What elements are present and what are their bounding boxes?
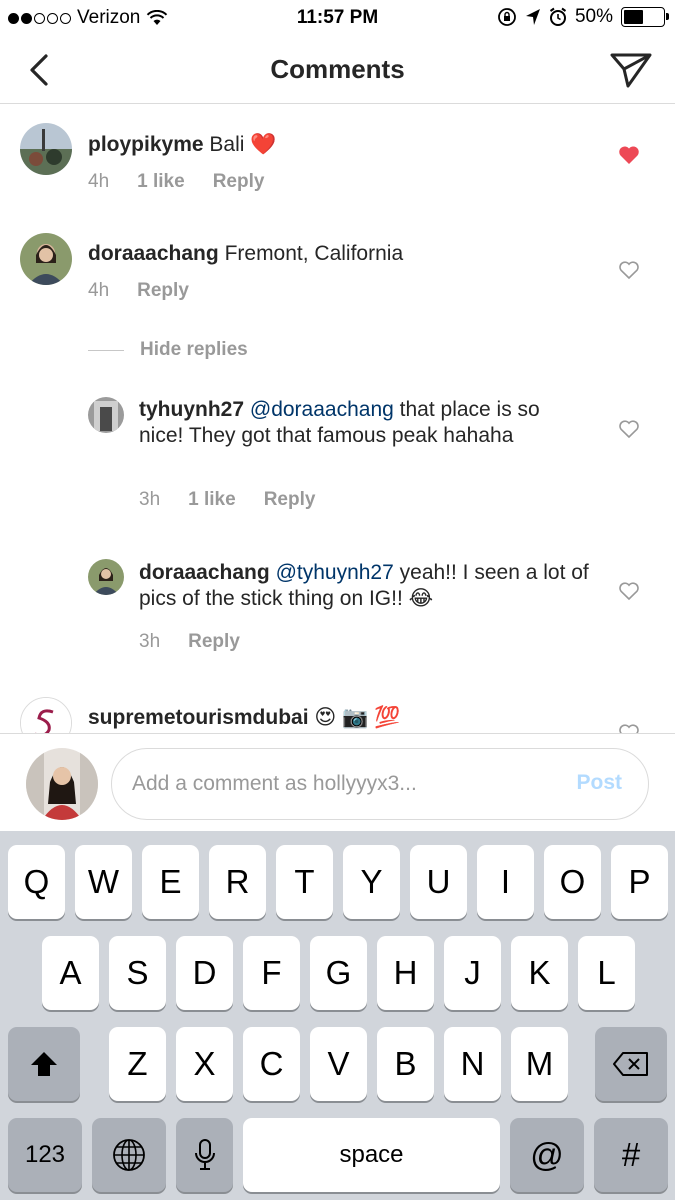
mention-link[interactable]: @tyhuynh27	[276, 561, 394, 584]
numbers-key[interactable]: 123	[8, 1118, 82, 1192]
key-h[interactable]: H	[377, 936, 434, 1010]
divider	[88, 349, 124, 351]
hide-replies-button[interactable]: Hide replies	[88, 339, 248, 361]
key-t[interactable]: T	[276, 845, 333, 919]
key-a[interactable]: A	[42, 936, 99, 1010]
avatar[interactable]	[20, 123, 72, 175]
key-w[interactable]: W	[75, 845, 132, 919]
key-m[interactable]: M	[511, 1027, 568, 1101]
nav-bar: Comments	[0, 36, 675, 104]
key-l[interactable]: L	[578, 936, 635, 1010]
battery-icon	[621, 7, 669, 27]
post-button[interactable]: Post	[576, 771, 622, 795]
comment-time: 3h	[139, 631, 161, 652]
key-y[interactable]: Y	[343, 845, 400, 919]
key-i[interactable]: I	[477, 845, 534, 919]
key-u[interactable]: U	[410, 845, 467, 919]
comment-username[interactable]: supremetourismdubai	[88, 706, 309, 729]
heart-outline-icon[interactable]	[618, 581, 640, 601]
comment-likes[interactable]: 1 like	[188, 489, 236, 511]
key-n[interactable]: N	[444, 1027, 501, 1101]
keyboard: Q W E R T Y U I O P A S D F G H J K L Z …	[0, 831, 675, 1200]
reply-button[interactable]: Reply	[264, 489, 316, 511]
hide-replies-label: Hide replies	[140, 339, 248, 360]
key-c[interactable]: C	[243, 1027, 300, 1101]
backspace-icon	[613, 1052, 648, 1076]
comment-input-wrapper: Post	[111, 748, 649, 820]
comment-username[interactable]: doraaachang	[139, 561, 270, 584]
key-x[interactable]: X	[176, 1027, 233, 1101]
at-key[interactable]: @	[510, 1118, 584, 1192]
key-j[interactable]: J	[444, 936, 501, 1010]
shift-arrow-icon	[31, 1052, 57, 1076]
comment-text: Fremont, California	[224, 242, 404, 265]
globe-key[interactable]	[92, 1118, 166, 1192]
heart-outline-icon[interactable]	[618, 260, 640, 280]
orientation-lock-icon	[498, 8, 516, 26]
avatar[interactable]	[20, 233, 72, 285]
reply-button[interactable]: Reply	[137, 280, 189, 302]
mention-link[interactable]: @doraaachang	[250, 398, 394, 421]
shift-key[interactable]	[8, 1027, 80, 1101]
key-k[interactable]: K	[511, 936, 568, 1010]
key-d[interactable]: D	[176, 936, 233, 1010]
backspace-key[interactable]	[595, 1027, 667, 1101]
avatar[interactable]	[20, 697, 72, 733]
comment-time: 4h	[88, 171, 110, 192]
comment-text: Bali ❤️	[209, 133, 277, 156]
comment-time: 3h	[139, 489, 161, 510]
comment-input[interactable]	[132, 767, 552, 801]
paper-plane-icon[interactable]	[609, 50, 653, 90]
key-r[interactable]: R	[209, 845, 266, 919]
comment-username[interactable]: tyhuynh27	[139, 398, 244, 421]
heart-outline-icon[interactable]	[618, 723, 640, 733]
comment-username[interactable]: ploypikyme	[88, 133, 204, 156]
avatar	[26, 748, 98, 820]
avatar[interactable]	[88, 397, 124, 433]
alarm-icon	[549, 7, 567, 26]
key-b[interactable]: B	[377, 1027, 434, 1101]
comment-likes[interactable]: 1 like	[137, 171, 185, 193]
location-arrow-icon	[525, 9, 540, 25]
reply-button[interactable]: Reply	[188, 631, 240, 653]
avatar[interactable]	[88, 559, 124, 595]
key-g[interactable]: G	[310, 936, 367, 1010]
comment-composer: Post	[0, 733, 675, 831]
comment-text: 😍 📷 💯	[314, 706, 401, 729]
key-v[interactable]: V	[310, 1027, 367, 1101]
comment-username[interactable]: doraaachang	[88, 242, 219, 265]
key-o[interactable]: O	[544, 845, 601, 919]
key-z[interactable]: Z	[109, 1027, 166, 1101]
microphone-key[interactable]	[176, 1118, 233, 1192]
status-bar: Verizon 11:57 PM 50%	[0, 0, 675, 36]
comment-time: 4h	[88, 280, 110, 301]
key-s[interactable]: S	[109, 936, 166, 1010]
page-title: Comments	[270, 54, 405, 84]
key-f[interactable]: F	[243, 936, 300, 1010]
heart-filled-icon[interactable]	[618, 145, 640, 165]
space-key[interactable]: space	[243, 1118, 500, 1192]
microphone-icon	[194, 1139, 215, 1170]
reply-button[interactable]: Reply	[213, 171, 265, 193]
comment-list[interactable]: ploypikyme Bali ❤️ 4h 1 like Reply doraa…	[0, 105, 675, 733]
key-q[interactable]: Q	[8, 845, 65, 919]
key-p[interactable]: P	[611, 845, 668, 919]
globe-icon	[113, 1139, 145, 1171]
heart-outline-icon[interactable]	[618, 419, 640, 439]
battery-percent: 50%	[574, 6, 613, 27]
hash-key[interactable]: #	[594, 1118, 668, 1192]
key-e[interactable]: E	[142, 845, 199, 919]
